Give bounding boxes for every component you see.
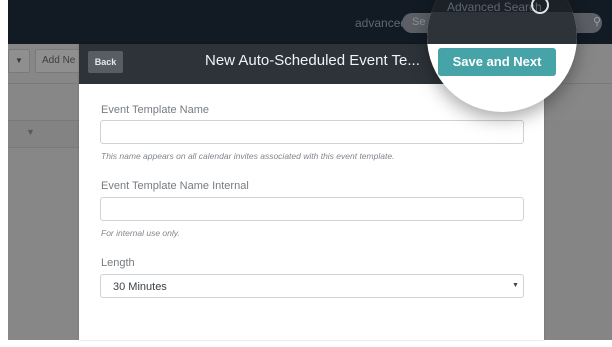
advanced-search-link[interactable]: advanced <box>355 16 407 30</box>
back-button[interactable]: Back <box>88 51 123 73</box>
modal-title: New Auto-Scheduled Event Te... <box>205 52 420 69</box>
caret-down-icon: ▼ <box>15 56 23 65</box>
event-template-name-label: Event Template Name <box>101 104 210 116</box>
filter-icon[interactable]: ▼ <box>26 127 35 137</box>
caret-down-icon: ▼ <box>512 282 519 289</box>
background-dropdown-button[interactable]: ▼ <box>8 49 30 73</box>
event-template-name-internal-input[interactable] <box>100 197 524 221</box>
save-and-next-button[interactable]: Save and Next <box>438 48 556 76</box>
event-template-name-input[interactable] <box>100 120 524 144</box>
search-icon[interactable]: ⚲ <box>593 15 601 28</box>
length-selected-value: 30 Minutes <box>113 281 167 293</box>
search-placeholder-start: Se <box>412 16 426 28</box>
event-template-name-internal-help: For internal use only. <box>101 228 180 238</box>
event-template-name-internal-label: Event Template Name Internal <box>101 180 249 192</box>
length-label: Length <box>101 257 135 269</box>
event-template-name-help: This name appears on all calendar invite… <box>101 151 395 161</box>
magnified-advanced-search-text: Advanced Search <box>447 0 542 14</box>
background-table-body <box>544 120 612 340</box>
